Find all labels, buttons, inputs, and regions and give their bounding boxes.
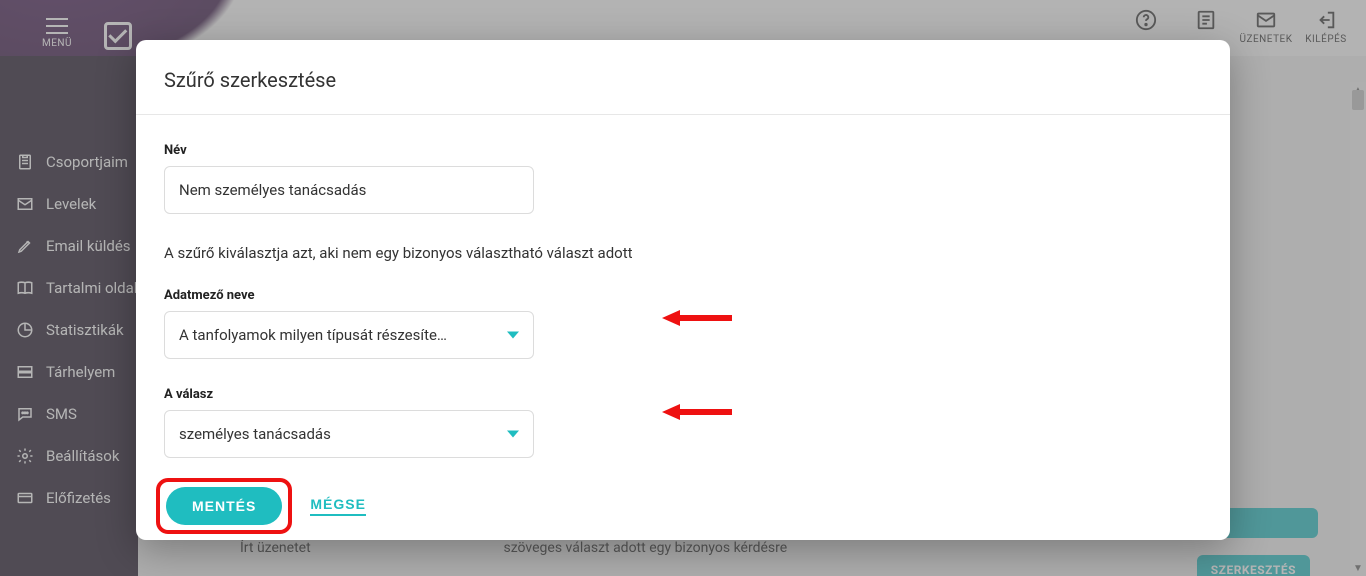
filter-edit-modal: Szűrő szerkesztése Név Nem személyes tan… bbox=[136, 40, 1230, 540]
cancel-button[interactable]: MÉGSE bbox=[310, 496, 366, 516]
modal-body: Név Nem személyes tanácsadás A szűrő kiv… bbox=[136, 115, 1230, 458]
modal-title: Szűrő szerkesztése bbox=[136, 40, 1230, 115]
save-highlight-box: MENTÉS bbox=[156, 478, 292, 534]
chevron-down-icon bbox=[507, 431, 519, 438]
filter-description: A szűrő kiválasztja azt, aki nem egy biz… bbox=[164, 244, 1202, 262]
name-input[interactable]: Nem személyes tanácsadás bbox=[164, 166, 534, 214]
field-name-select[interactable]: A tanfolyamok milyen típusát részesíte… bbox=[164, 311, 534, 359]
name-label: Név bbox=[164, 143, 1202, 158]
answer-label: A válasz bbox=[164, 387, 1202, 402]
chevron-down-icon bbox=[507, 332, 519, 339]
modal-footer: MENTÉS MÉGSE bbox=[136, 466, 1230, 540]
answer-select[interactable]: személyes tanácsadás bbox=[164, 410, 534, 458]
field-name-label: Adatmező neve bbox=[164, 288, 1202, 303]
save-button[interactable]: MENTÉS bbox=[166, 487, 282, 525]
